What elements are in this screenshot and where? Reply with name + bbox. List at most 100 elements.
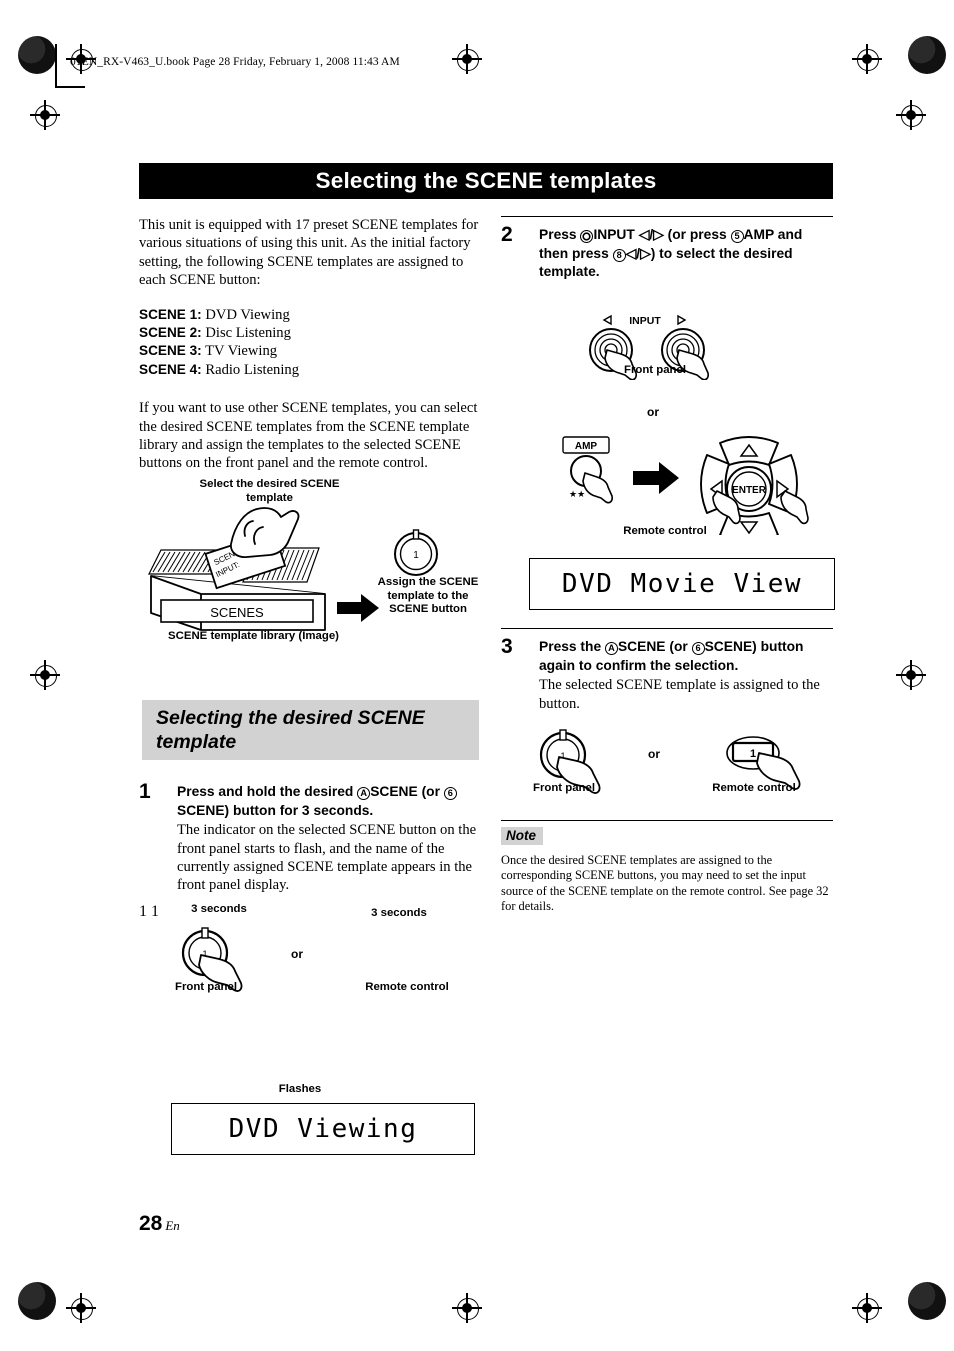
input-left-arrow-icon (602, 314, 612, 326)
arrow-left-glyph-2: ◁ (625, 245, 637, 261)
registration-target-left-mid (30, 660, 60, 690)
scene-4-label: SCENE 4: (139, 361, 202, 377)
circled-o-icon: O (580, 230, 594, 243)
input-label: INPUT (629, 315, 661, 327)
input-right-arrow-icon (677, 314, 687, 326)
step-1-lead-part3: (or (421, 784, 440, 799)
figure-caption-assign: Assign the SCENE template to the SCENE b… (377, 576, 479, 616)
scene-list-item: SCENE 2: Disc Listening (139, 324, 479, 342)
circled-6-icon-2: 6 (691, 642, 705, 655)
step-1-lead-part5: ) button for 3 seconds. (224, 802, 374, 818)
note-tag: Note (501, 827, 543, 845)
step-1-lead-part1: Press and hold the desired (177, 784, 354, 799)
label-flashes: Flashes (278, 1083, 322, 1095)
page-footer: 28 En (139, 1212, 180, 1236)
registration-dot-bottom-right (908, 1282, 946, 1320)
scene-2-value: Disc Listening (205, 325, 291, 342)
page-number: 28 (139, 1212, 163, 1235)
trim-rule-left-horizontal (55, 86, 85, 88)
left-column: This unit is equipped with 17 preset SCE… (139, 216, 479, 473)
intro-paragraph: This unit is equipped with 17 preset SCE… (139, 217, 479, 289)
label-or-step1: or (291, 947, 303, 961)
step-2-amp-label: AMP (743, 227, 774, 242)
scene-2-label: SCENE 2: (139, 325, 202, 341)
arrow-left-glyph: ◁ (638, 227, 650, 242)
figure-step-3: 1 1 or Front panel Remote control (501, 720, 833, 800)
second-paragraph: If you want to use other SCENE templates… (139, 400, 478, 472)
running-header: 01EN_RX-V463_U.book Page 28 Friday, Febr… (70, 56, 400, 68)
step-2-rule (501, 216, 833, 217)
trim-rule-left-vertical (55, 44, 57, 88)
scene-list-item: SCENE 3: TV Viewing (139, 342, 479, 360)
step-1: 1 Press and hold the desired A SCENE (or … (139, 780, 479, 895)
scene-1-label: SCENE 1: (139, 306, 202, 322)
step-2: 2 Press OINPUT ◁/▷ (or press 5AMP and th… (501, 223, 833, 282)
note-block: Note Once the desired SCENE templates ar… (501, 820, 833, 915)
right-column: 2 Press OINPUT ◁/▷ (or press 5AMP and th… (501, 216, 833, 282)
arrow-right-icon (337, 594, 379, 622)
step-3-description: The selected SCENE template is assigned … (539, 677, 820, 712)
step-3-lead-part3: (or (669, 639, 688, 654)
manual-page: 01EN_RX-V463_U.book Page 28 Friday, Febr… (0, 0, 954, 1351)
step-1-illustration: 1 (181, 927, 243, 992)
label-or-step3: or (648, 747, 660, 761)
step-1-lead-part2: SCENE (370, 784, 418, 799)
step-2-lead-part1: Press (539, 227, 577, 242)
circled-8-icon: 8 (612, 248, 626, 262)
note-body: Once the desired SCENE templates are ass… (501, 853, 829, 914)
box-label-scenes: SCENES (210, 605, 264, 620)
step-1-lead: Press and hold the desired A SCENE (or 6S… (177, 783, 479, 820)
step-2-number: 2 (501, 223, 513, 246)
label-remote-control-step1: Remote control (365, 981, 449, 993)
arrow-right-icon-2 (633, 462, 679, 494)
step-1-number: 1 (139, 780, 151, 803)
step-1-block: 1 Press and hold the desired A SCENE (or … (139, 780, 479, 895)
front-panel-display-left: DVD Viewing (171, 1103, 475, 1155)
figure-step-1: 3 seconds 3 seconds 1 1 1 or Front panel… (139, 903, 479, 1098)
scene-button-graphic: 1 (394, 529, 438, 576)
amp-label: AMP (575, 441, 598, 452)
registration-target-left-bottom (66, 1293, 96, 1323)
amp-indicator-stars: ★★ (569, 489, 585, 499)
page-language: En (165, 1218, 180, 1233)
step-3-lead-part1: Press the (539, 639, 602, 654)
scene-defaults-list: SCENE 1: DVD Viewing SCENE 2: Disc Liste… (139, 306, 479, 380)
scene-3-value: TV Viewing (205, 343, 278, 360)
enter-label: ENTER (732, 485, 767, 496)
registration-dot-bottom-left (18, 1282, 56, 1320)
front-panel-display-right: DVD Movie View (529, 558, 835, 610)
step-1-lead-part4: SCENE (177, 802, 225, 818)
label-remote-control-step3: Remote control (712, 782, 796, 794)
step-1-description: The indicator on the selected SCENE butt… (177, 822, 477, 894)
figure-caption-library: SCENE template library (Image) (168, 630, 339, 642)
step-3-lead-part2: SCENE (617, 639, 666, 654)
label-front-panel-step1: Front panel (174, 981, 237, 993)
step-2-lead: Press OINPUT ◁/▷ (or press 5AMP and then… (539, 226, 833, 282)
scene-4-value: Radio Listening (205, 361, 299, 378)
registration-target-left-top (30, 100, 60, 130)
scene-list-item: SCENE 1: DVD Viewing (139, 306, 479, 324)
circled-6-icon: 6 (443, 787, 457, 800)
arrow-right-glyph: ▷ (653, 227, 664, 242)
registration-target-right-mid (896, 660, 926, 690)
step-3: 3 Press the A SCENE (or 6 SCENE) button ag… (501, 635, 833, 713)
step-3-number: 3 (501, 635, 513, 658)
front-panel-display-text-right: DVD Movie View (561, 569, 803, 599)
scene-1-value: DVD Viewing (205, 306, 290, 323)
scene-3-label: SCENE 3: (139, 343, 202, 359)
scene-button-number: 1 (413, 550, 419, 561)
step-3-lead: Press the A SCENE (or 6 SCENE) button agai… (539, 638, 833, 675)
figure-step-2-remote: AMP ★★ ENTER (501, 425, 833, 535)
note-rule (501, 820, 833, 821)
section-heading: Selecting the desired SCENE template (142, 700, 479, 760)
step-3-lead-part4: SCENE (704, 639, 753, 654)
page-title: Selecting the SCENE templates (139, 163, 833, 199)
circled-a-icon-2: A (604, 642, 618, 655)
registration-dot-top-left (18, 36, 56, 74)
label-front-panel-step2: Front panel (623, 364, 686, 376)
step-3-rule (501, 628, 833, 629)
scene-list-item: SCENE 4: Radio Listening (139, 361, 479, 379)
step-2-input-label: INPUT (593, 227, 635, 242)
label-front-panel-step3: Front panel (532, 782, 595, 794)
label-or-step2: or (647, 405, 659, 419)
